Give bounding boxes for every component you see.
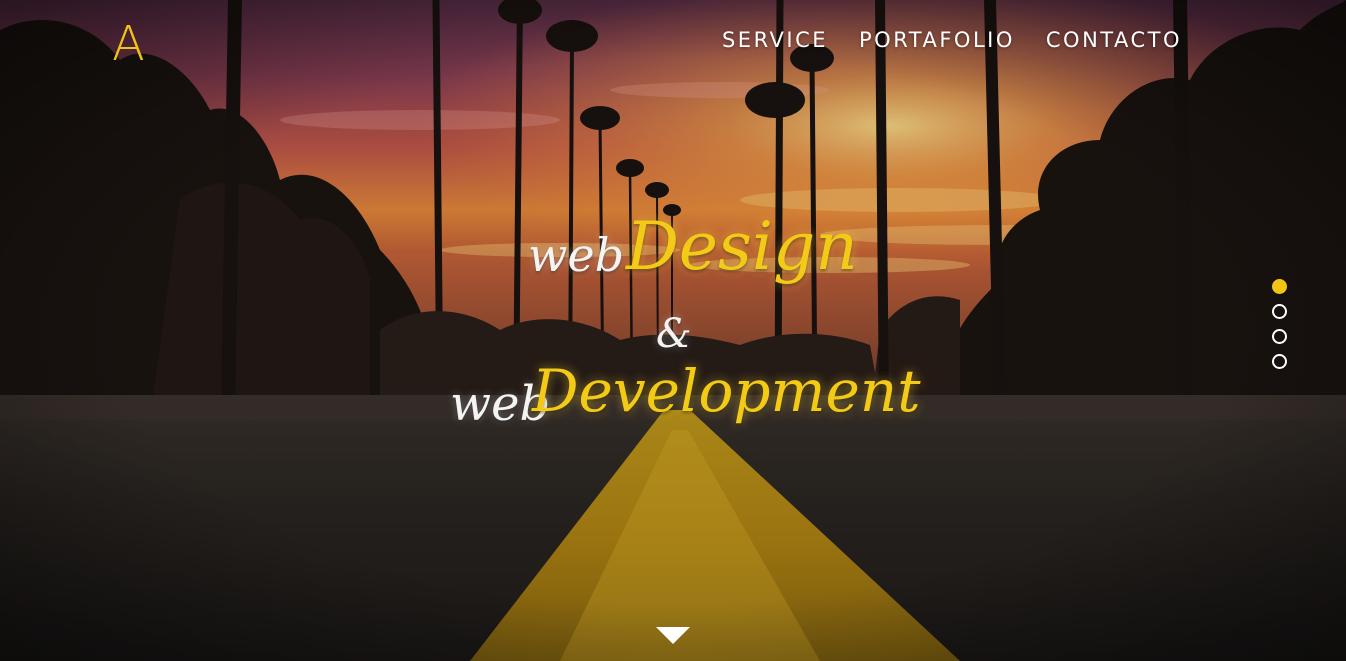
hero-section: A SERVICE PORTAFOLIO CONTACTO web Design… [0, 0, 1346, 661]
slider-pagination [1272, 279, 1287, 369]
slide-dot-4[interactable] [1272, 354, 1287, 369]
nav-link-portafolio[interactable]: PORTAFOLIO [859, 28, 1015, 52]
brand-logo[interactable]: A [112, 20, 145, 68]
slide-dot-1[interactable] [1272, 279, 1287, 294]
nav-link-service[interactable]: SERVICE [722, 28, 828, 52]
chevron-down-icon[interactable] [656, 627, 690, 647]
slide-dot-2[interactable] [1272, 304, 1287, 319]
hero-background-image [0, 0, 1346, 661]
slide-dot-3[interactable] [1272, 329, 1287, 344]
nav-link-contacto[interactable]: CONTACTO [1046, 28, 1182, 52]
main-nav: SERVICE PORTAFOLIO CONTACTO [722, 28, 1182, 52]
